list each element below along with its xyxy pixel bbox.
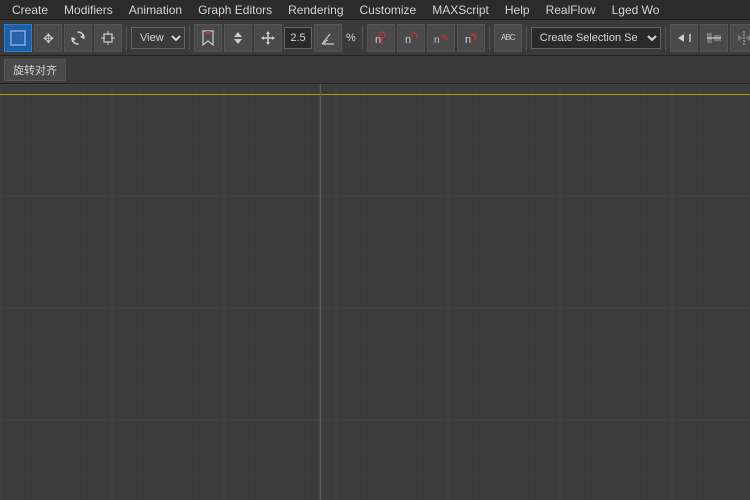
grid-canvas	[0, 84, 750, 500]
rotate-button[interactable]	[64, 24, 92, 52]
toolbar-separator-6	[665, 26, 666, 50]
toolbar-separator-4	[489, 26, 490, 50]
svg-text:n: n	[465, 34, 471, 46]
move-gizmo-button[interactable]	[254, 24, 282, 52]
menu-item-rendering[interactable]: Rendering	[280, 1, 351, 19]
menu-item-animation[interactable]: Animation	[121, 1, 190, 19]
sub-toolbar: 旋转对齐	[0, 56, 750, 84]
named-selection-button[interactable]: ABC	[494, 24, 522, 52]
view-dropdown[interactable]: View	[131, 27, 185, 49]
menu-item-create[interactable]: Create	[4, 1, 56, 19]
vertical-center-line	[320, 84, 321, 500]
selection-set-dropdown[interactable]: Create Selection Se	[531, 27, 661, 49]
svg-text:n: n	[375, 34, 381, 46]
snap-toggle-button[interactable]: n	[367, 24, 395, 52]
step-back-button[interactable]	[670, 24, 698, 52]
toolbar-separator-1	[126, 26, 127, 50]
menu-item-help[interactable]: Help	[497, 1, 538, 19]
navigate-button[interactable]	[224, 24, 252, 52]
scale-button[interactable]	[94, 24, 122, 52]
sub-toolbar-button-0[interactable]: 旋转对齐	[4, 59, 66, 81]
menu-item-customize[interactable]: Customize	[352, 1, 425, 19]
move-button[interactable]: ✥	[34, 24, 62, 52]
percent-label: %	[344, 32, 358, 44]
percent-snap-button[interactable]: n%	[427, 24, 455, 52]
menu-item-lged-wo[interactable]: Lged Wo	[604, 1, 668, 19]
spinner-snap-button[interactable]: n	[457, 24, 485, 52]
svg-text:%: %	[441, 33, 448, 42]
toolbar-separator-2	[189, 26, 190, 50]
toolbar-separator-5	[526, 26, 527, 50]
toolbar-separator-3	[362, 26, 363, 50]
svg-text:n: n	[434, 35, 440, 46]
number-input[interactable]	[284, 27, 312, 49]
horizon-line	[0, 94, 750, 95]
viewport	[0, 84, 750, 500]
menu-item-graph-editors[interactable]: Graph Editors	[190, 1, 280, 19]
menu-bar: CreateModifiersAnimationGraph EditorsRen…	[0, 0, 750, 20]
select-button[interactable]	[4, 24, 32, 52]
menu-item-maxscript[interactable]: MAXScript	[424, 1, 497, 19]
menu-item-realflow[interactable]: RealFlow	[538, 1, 604, 19]
main-toolbar: ✥View%nnn%nABCCreate Selection Se	[0, 20, 750, 56]
angle-snap-button[interactable]: n	[397, 24, 425, 52]
svg-text:n: n	[405, 34, 411, 46]
mirror-button[interactable]	[730, 24, 750, 52]
menu-item-modifiers[interactable]: Modifiers	[56, 1, 121, 19]
svg-text:✥: ✥	[43, 31, 54, 46]
angle-button[interactable]	[314, 24, 342, 52]
align-button[interactable]	[700, 24, 728, 52]
bookmark-button[interactable]	[194, 24, 222, 52]
